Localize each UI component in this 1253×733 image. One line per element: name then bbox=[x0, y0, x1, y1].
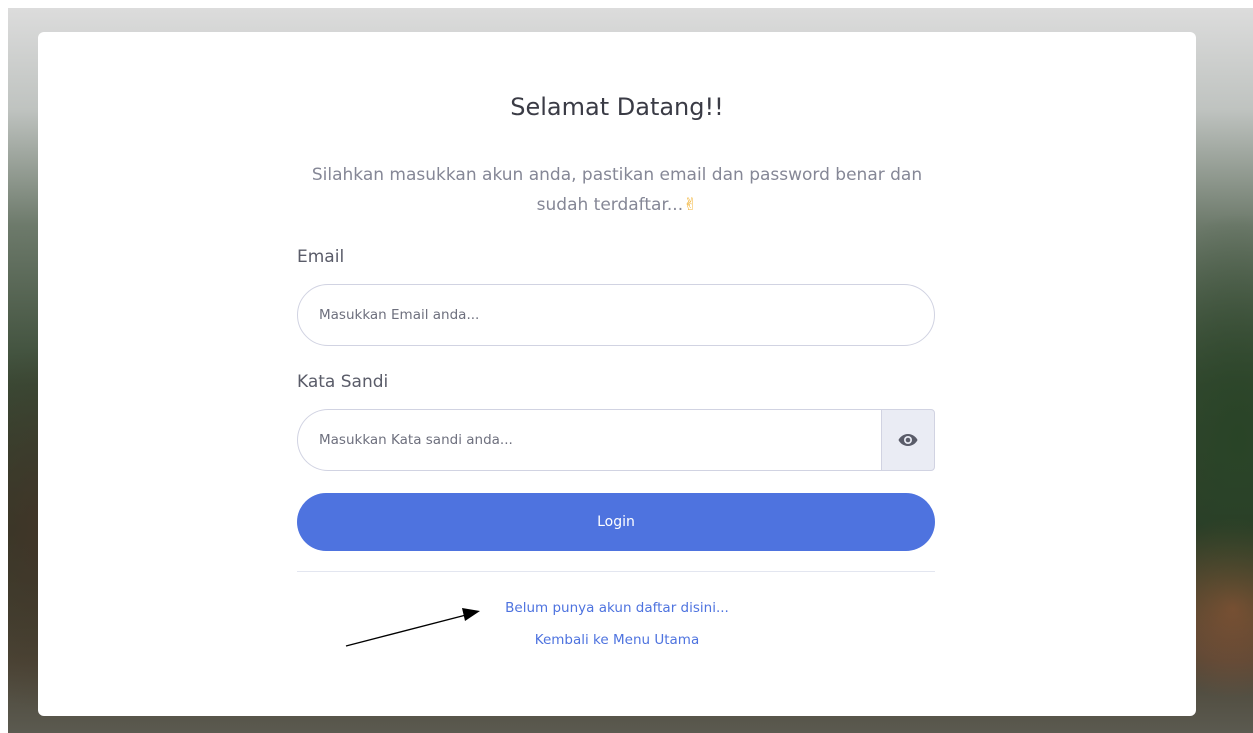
subtitle-text: Silahkan masukkan akun anda, pastikan em… bbox=[311, 165, 923, 215]
divider bbox=[297, 571, 935, 572]
password-input[interactable] bbox=[297, 409, 881, 471]
show-password-button[interactable] bbox=[881, 409, 935, 471]
login-subtitle: Silahkan masukkan akun anda, pastikan em… bbox=[298, 160, 936, 220]
email-input[interactable] bbox=[297, 284, 935, 346]
password-label: Kata Sandi bbox=[297, 372, 389, 392]
eye-icon bbox=[898, 434, 918, 446]
password-group bbox=[297, 409, 935, 471]
register-link[interactable]: Belum punya akun daftar disini... bbox=[38, 600, 1196, 616]
page-title: Selamat Datang!! bbox=[510, 93, 724, 121]
login-card: Selamat Datang!! Silahkan masukkan akun … bbox=[38, 32, 1196, 716]
email-label: Email bbox=[297, 247, 345, 267]
login-button[interactable]: Login bbox=[297, 493, 935, 551]
back-to-home-link[interactable]: Kembali ke Menu Utama bbox=[38, 632, 1196, 648]
victory-hand-icon: ✌ bbox=[683, 195, 698, 215]
